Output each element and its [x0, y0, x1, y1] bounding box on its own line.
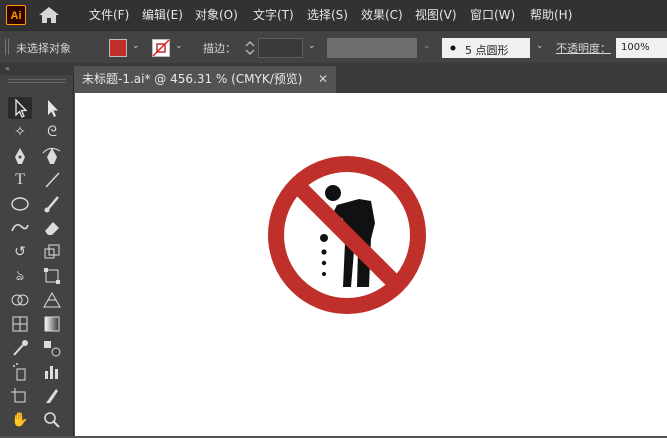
ellipse-tool-icon[interactable]	[8, 193, 32, 215]
stroke-weight-dropdown-icon[interactable]: ⌄	[308, 41, 316, 51]
brush-dot-icon	[450, 45, 456, 51]
slice-tool-icon[interactable]	[40, 385, 64, 407]
stroke-dropdown-icon[interactable]: ⌄	[175, 41, 183, 51]
document-tab-bar: 未标题-1.ai* @ 456.31 % (CMYK/预览) ✕	[74, 63, 667, 93]
type-tool-icon[interactable]: T	[8, 169, 32, 191]
column-graph-tool-icon[interactable]	[40, 361, 64, 383]
warp-tool-icon[interactable]: ঌ	[8, 265, 32, 287]
menu-bar: Ai 文件(F) 编辑(E) 对象(O) 文字(T) 选择(S) 效果(C) 视…	[0, 0, 667, 30]
stroke-color-swatch[interactable]	[152, 39, 170, 57]
stroke-label: 描边：	[203, 42, 236, 55]
stroke-weight-input[interactable]	[258, 38, 303, 58]
opacity-label[interactable]: 不透明度：	[556, 40, 611, 56]
gradient-tool-icon[interactable]	[40, 313, 64, 335]
selection-tool-icon[interactable]	[8, 97, 32, 119]
hand-tool-icon[interactable]: ✋	[8, 409, 32, 431]
perspective-grid-tool-icon[interactable]	[40, 289, 64, 311]
shaper-tool-icon[interactable]	[8, 217, 32, 239]
free-transform-tool-icon[interactable]	[40, 265, 64, 287]
fill-dropdown-icon[interactable]: ⌄	[132, 41, 140, 51]
document-tab-title: 未标题-1.ai* @ 456.31 % (CMYK/预览)	[82, 72, 303, 86]
magic-wand-tool-icon[interactable]: ✧	[8, 121, 32, 143]
menu-type[interactable]: 文字(T)	[253, 7, 294, 23]
zoom-tool-icon[interactable]	[40, 409, 64, 431]
control-bar: 未选择对象 ⌄ ⌄ 描边： ⌄ ⌄ 5 点圆形 ⌄ 不透明度： 100%	[0, 30, 667, 63]
direct-selection-tool-icon[interactable]	[40, 97, 64, 119]
shape-builder-tool-icon[interactable]	[8, 289, 32, 311]
artboard-tool-icon[interactable]	[8, 385, 32, 407]
menu-object[interactable]: 对象(O)	[195, 7, 238, 23]
menu-view[interactable]: 视图(V)	[415, 7, 457, 23]
brush-definition-field[interactable]: 5 点圆形	[442, 38, 530, 58]
menu-effect[interactable]: 效果(C)	[361, 7, 403, 23]
rotate-tool-icon[interactable]: ↺	[8, 241, 32, 263]
menu-window[interactable]: 窗口(W)	[470, 7, 515, 23]
selection-status: 未选择对象	[16, 42, 71, 55]
close-tab-icon[interactable]: ✕	[318, 66, 328, 93]
stroke-weight-stepper[interactable]	[244, 39, 256, 57]
no-littering-sign[interactable]	[267, 155, 427, 315]
brush-definition-value: 5 点圆形	[465, 44, 509, 57]
mesh-tool-icon[interactable]	[8, 313, 32, 335]
app-logo: Ai	[6, 5, 26, 25]
menu-file[interactable]: 文件(F)	[89, 7, 129, 23]
lasso-tool-icon[interactable]: ᘓ	[40, 121, 64, 143]
eyedropper-tool-icon[interactable]	[8, 337, 32, 359]
paintbrush-tool-icon[interactable]	[40, 193, 64, 215]
scale-tool-icon[interactable]	[40, 241, 64, 263]
blend-tool-icon[interactable]	[40, 337, 64, 359]
menu-help[interactable]: 帮助(H)	[530, 7, 572, 23]
tools-panel: « ✧ ᘓ T ↺ ঌ ✋	[0, 63, 74, 436]
eraser-tool-icon[interactable]	[40, 217, 64, 239]
menu-edit[interactable]: 编辑(E)	[142, 7, 183, 23]
variable-width-profile[interactable]	[327, 38, 417, 58]
line-tool-icon[interactable]	[40, 169, 64, 191]
menu-select[interactable]: 选择(S)	[307, 7, 348, 23]
grip-icon	[5, 39, 9, 55]
panel-grip-icon	[8, 79, 66, 83]
panel-collapse-icon[interactable]: «	[0, 63, 74, 75]
document-tab[interactable]: 未标题-1.ai* @ 456.31 % (CMYK/预览) ✕	[74, 66, 336, 93]
fill-color-swatch[interactable]	[109, 39, 127, 57]
home-icon[interactable]	[38, 6, 60, 24]
curvature-tool-icon[interactable]	[40, 145, 64, 167]
profile-dropdown-icon[interactable]: ⌄	[423, 41, 431, 51]
brush-dropdown-icon[interactable]: ⌄	[536, 41, 544, 51]
symbol-sprayer-tool-icon[interactable]	[8, 361, 32, 383]
opacity-input[interactable]: 100%	[616, 38, 667, 58]
opacity-value: 100%	[621, 42, 650, 53]
artboard-canvas[interactable]	[75, 93, 667, 436]
pen-tool-icon[interactable]	[8, 145, 32, 167]
